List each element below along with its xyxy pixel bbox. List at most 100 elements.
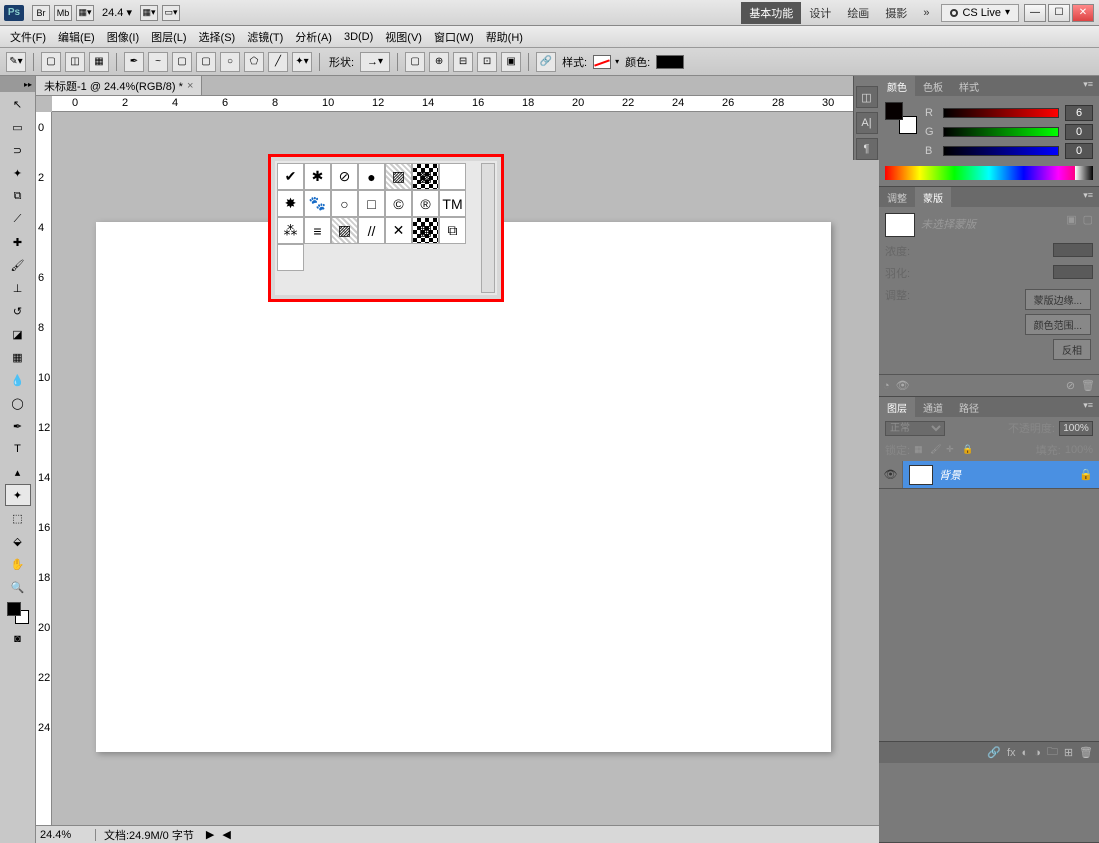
character-strip-icon[interactable]: A| — [856, 112, 878, 134]
shape-cell[interactable]: TM — [439, 190, 466, 217]
brush-tool[interactable]: 🖌 — [5, 254, 31, 276]
load-selection-icon[interactable]: ◔ — [883, 380, 890, 392]
lock-all-icon[interactable]: 🔒 — [962, 444, 974, 456]
shape-cell[interactable]: ▩ — [412, 163, 439, 190]
shape-cell[interactable]: ® — [412, 190, 439, 217]
menu-help[interactable]: 帮助(H) — [480, 27, 529, 47]
opacity-value[interactable]: 100% — [1059, 421, 1093, 436]
menu-edit[interactable]: 编辑(E) — [52, 27, 101, 47]
tool-preset-icon[interactable]: ✎▾ — [6, 52, 26, 72]
style-none-icon[interactable] — [593, 55, 611, 69]
shape-cell[interactable]: ✔ — [277, 163, 304, 190]
screen-mode-icon[interactable]: ▭▾ — [162, 5, 180, 21]
arrange-docs-icon[interactable]: ▦▾ — [140, 5, 158, 21]
workspace-tab-painting[interactable]: 绘画 — [839, 2, 877, 24]
shape-picker[interactable]: →▾ — [360, 52, 390, 72]
healing-tool[interactable]: ✚ — [5, 231, 31, 253]
eraser-tool[interactable]: ◪ — [5, 323, 31, 345]
workspace-tab-photography[interactable]: 摄影 — [877, 2, 915, 24]
blur-tool[interactable]: 💧 — [5, 369, 31, 391]
color-range-button[interactable]: 颜色范围... — [1025, 314, 1091, 335]
fill-color-swatch[interactable] — [656, 55, 684, 69]
shape-cell[interactable]: ⁂ — [277, 217, 304, 244]
scroll-left-icon[interactable]: ◀ — [218, 828, 234, 841]
shape-layers-icon[interactable]: ▢ — [41, 52, 61, 72]
type-tool[interactable]: T — [5, 438, 31, 460]
shape-cell[interactable]: ✕ — [385, 217, 412, 244]
shape-cell[interactable]: ● — [358, 163, 385, 190]
shape-cell[interactable]: □ — [358, 190, 385, 217]
pen-tool[interactable]: ✒ — [5, 415, 31, 437]
menu-select[interactable]: 选择(S) — [193, 27, 242, 47]
color-value[interactable]: 6 — [1065, 105, 1093, 121]
ruler-vertical[interactable]: 024681012141618202224 — [36, 112, 52, 825]
workspace-more[interactable]: » — [915, 4, 937, 22]
ruler-horizontal[interactable]: 024681012141618202224262830 — [52, 96, 879, 112]
tab-color[interactable]: 颜色 — [879, 76, 915, 96]
shape-cell[interactable] — [277, 244, 304, 271]
shape-cell[interactable]: 🐾 — [304, 190, 331, 217]
tab-adjustments[interactable]: 调整 — [879, 187, 915, 207]
visibility-icon[interactable]: 👁 — [879, 461, 903, 488]
marquee-tool[interactable]: ▭ — [5, 116, 31, 138]
layer-style-icon[interactable]: fx — [1007, 747, 1016, 759]
close-button[interactable]: ✕ — [1072, 4, 1094, 22]
blend-mode-select[interactable]: 正常 — [885, 421, 945, 436]
new-layer-icon[interactable]: ⊞ — [1064, 746, 1073, 759]
shape-scrollbar[interactable] — [481, 163, 495, 293]
custom-shape-tool[interactable]: ✦ — [5, 484, 31, 506]
delete-mask-icon[interactable]: 🗑 — [1081, 379, 1095, 392]
rect-shape-icon[interactable]: ▢ — [172, 52, 192, 72]
menu-filter[interactable]: 滤镜(T) — [241, 27, 289, 47]
menu-analysis[interactable]: 分析(A) — [289, 27, 338, 47]
zoom-level[interactable]: 24.4 ▾ — [102, 6, 132, 19]
color-fg-bg[interactable] — [885, 102, 917, 134]
tab-styles[interactable]: 样式 — [951, 76, 987, 96]
shape-cell[interactable]: © — [385, 190, 412, 217]
color-spectrum[interactable] — [885, 166, 1093, 180]
link-icon[interactable]: 🔗 — [536, 52, 556, 72]
lock-paint-icon[interactable]: 🖌 — [930, 444, 942, 456]
tab-layers[interactable]: 图层 — [879, 397, 915, 417]
stamp-tool[interactable]: ⊥ — [5, 277, 31, 299]
gradient-tool[interactable]: ▦ — [5, 346, 31, 368]
adjustment-layer-icon[interactable]: ◑ — [1034, 747, 1041, 759]
invert-button[interactable]: 反相 — [1053, 339, 1091, 360]
vector-mask-icon[interactable]: ▣ — [1066, 213, 1076, 226]
combine-add-icon[interactable]: ⊕ — [429, 52, 449, 72]
document-tab[interactable]: 未标题-1 @ 24.4%(RGB/8) * × — [36, 76, 202, 95]
shape-cell[interactable]: // — [358, 217, 385, 244]
menu-file[interactable]: 文件(F) — [4, 27, 52, 47]
zoom-tool[interactable]: 🔍 — [5, 576, 31, 598]
fill-pixels-icon[interactable]: ▦ — [89, 52, 109, 72]
tools-collapse[interactable]: ▸▸ — [0, 76, 35, 92]
fill-value[interactable]: 100% — [1065, 444, 1093, 456]
line-shape-icon[interactable]: ╱ — [268, 52, 288, 72]
tab-masks[interactable]: 蒙版 — [915, 187, 951, 207]
pen-icon[interactable]: ✒ — [124, 52, 144, 72]
dodge-tool[interactable]: ◯ — [5, 392, 31, 414]
quick-select-tool[interactable]: ✦ — [5, 162, 31, 184]
paths-icon[interactable]: ◫ — [65, 52, 85, 72]
rounded-rect-icon[interactable]: ▢ — [196, 52, 216, 72]
shape-cell[interactable]: ▨ — [385, 163, 412, 190]
close-tab-icon[interactable]: × — [187, 80, 193, 92]
freeform-pen-icon[interactable]: ~ — [148, 52, 168, 72]
color-slider[interactable] — [943, 108, 1059, 118]
paragraph-strip-icon[interactable]: ¶ — [856, 138, 878, 160]
3d-tool[interactable]: ⬚ — [5, 507, 31, 529]
menu-window[interactable]: 窗口(W) — [428, 27, 480, 47]
pixel-mask-icon[interactable]: ▢ — [1083, 213, 1093, 226]
path-select-tool[interactable]: ▴ — [5, 461, 31, 483]
eyedropper-tool[interactable]: ⟋ — [5, 208, 31, 230]
lasso-tool[interactable]: ⊃ — [5, 139, 31, 161]
shape-cell[interactable]: ○ — [331, 190, 358, 217]
combine-subtract-icon[interactable]: ⊟ — [453, 52, 473, 72]
apply-mask-icon[interactable]: 👁 — [896, 379, 910, 392]
minibridge-icon[interactable]: Mb — [54, 5, 72, 21]
layer-row[interactable]: 👁 背景 🔒 — [879, 461, 1099, 489]
bridge-icon[interactable]: Br — [32, 5, 50, 21]
move-tool[interactable]: ↖ — [5, 93, 31, 115]
cslive-button[interactable]: CS Live▾ — [941, 4, 1019, 22]
color-picker-tool[interactable] — [5, 600, 31, 626]
